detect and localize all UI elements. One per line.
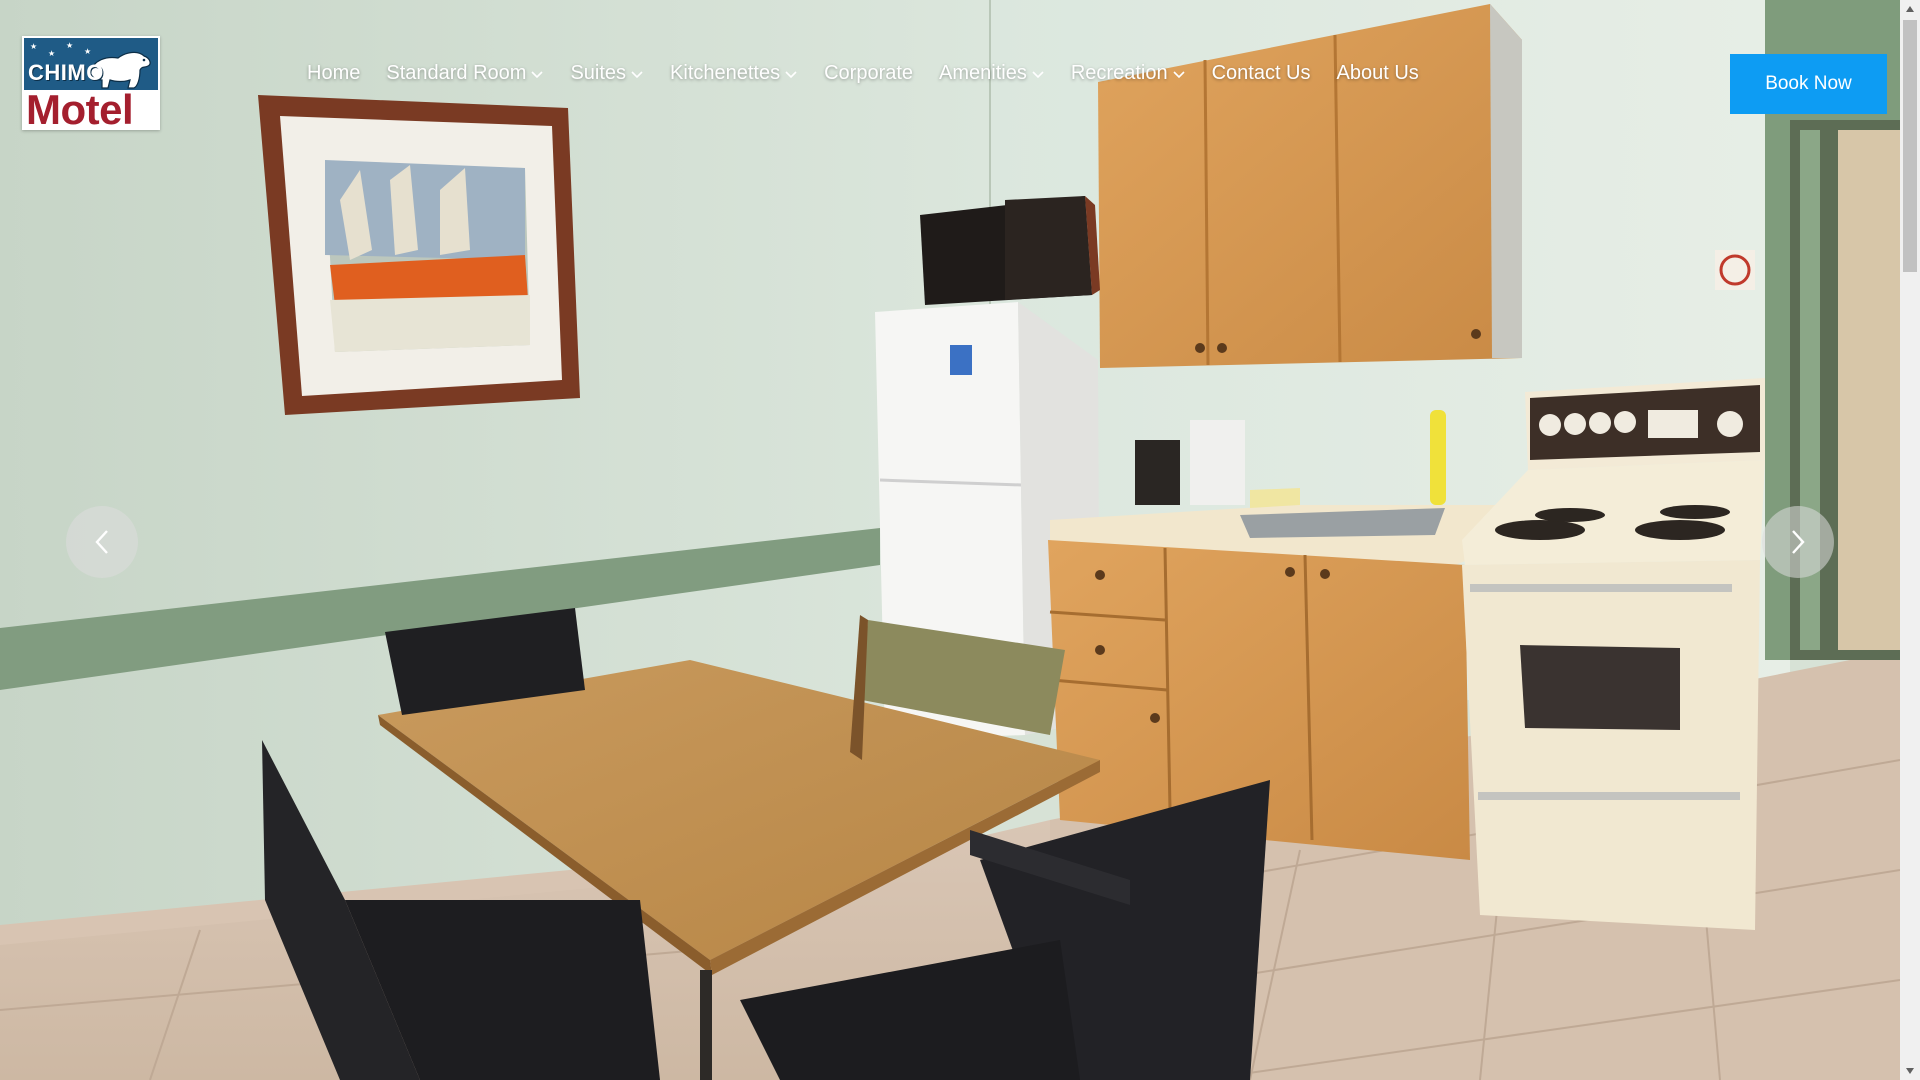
nav-item-corporate[interactable]: Corporate (824, 62, 913, 85)
slider-prev-button[interactable] (66, 506, 138, 578)
scroll-up-arrow-icon (1906, 6, 1914, 12)
nav-item-label: Corporate (824, 62, 914, 84)
scroll-down-arrow-icon (1906, 1068, 1914, 1074)
logo-word-motel: Motel (26, 86, 134, 130)
chevron-down-icon (1032, 70, 1044, 78)
nav-item-about-us[interactable]: About Us (1337, 62, 1419, 85)
scroll-down-button[interactable] (1900, 1062, 1920, 1080)
star-icon: ★ (48, 49, 56, 58)
nav-item-suites[interactable]: Suites (570, 62, 644, 85)
nav-item-label: Contact Us (1211, 62, 1311, 84)
page-scrollbar[interactable] (1900, 0, 1920, 1080)
logo-banner: ★ ★ ★ ★ CHIMO (24, 38, 158, 90)
scrollbar-thumb[interactable] (1903, 20, 1917, 272)
nav-item-label: Amenities (939, 62, 1027, 84)
nav-item-standard-room[interactable]: Standard Room (386, 62, 544, 85)
nav-item-recreation[interactable]: Recreation (1071, 62, 1186, 85)
main-nav: Home Standard Room Suites Kitchenettes C… (307, 62, 1445, 85)
star-icon: ★ (30, 42, 38, 51)
logo-word-chimo: CHIMO (28, 60, 104, 85)
book-now-button[interactable]: Book Now (1730, 54, 1887, 114)
nav-item-label: Suites (570, 62, 627, 84)
nav-item-label: Kitchenettes (670, 62, 781, 84)
nav-item-kitchenettes[interactable]: Kitchenettes (670, 62, 798, 85)
nav-item-contact-us[interactable]: Contact Us (1212, 62, 1311, 85)
nav-item-label: Home (307, 62, 361, 84)
slider-next-button[interactable] (1762, 506, 1834, 578)
chevron-down-icon (531, 70, 544, 78)
nav-item-label: Standard Room (386, 62, 527, 84)
chevron-right-icon (1792, 530, 1805, 554)
nav-item-amenities[interactable]: Amenities (939, 62, 1045, 85)
site-logo[interactable]: ★ ★ ★ ★ CHIMO Motel (22, 36, 160, 130)
nav-item-label: About Us (1336, 62, 1419, 84)
page-viewport: ★ ★ ★ ★ CHIMO Motel Home Standard Room S… (0, 0, 1900, 1080)
star-icon: ★ (66, 41, 74, 50)
nav-item-home[interactable]: Home (307, 62, 360, 85)
hero-slider-image (0, 0, 1900, 1080)
chevron-down-icon (631, 70, 643, 78)
chevron-down-icon (785, 70, 797, 78)
chevron-left-icon (95, 530, 108, 554)
scroll-up-button[interactable] (1900, 0, 1920, 18)
nav-item-label: Recreation (1070, 62, 1168, 84)
chevron-down-icon (1173, 70, 1185, 78)
